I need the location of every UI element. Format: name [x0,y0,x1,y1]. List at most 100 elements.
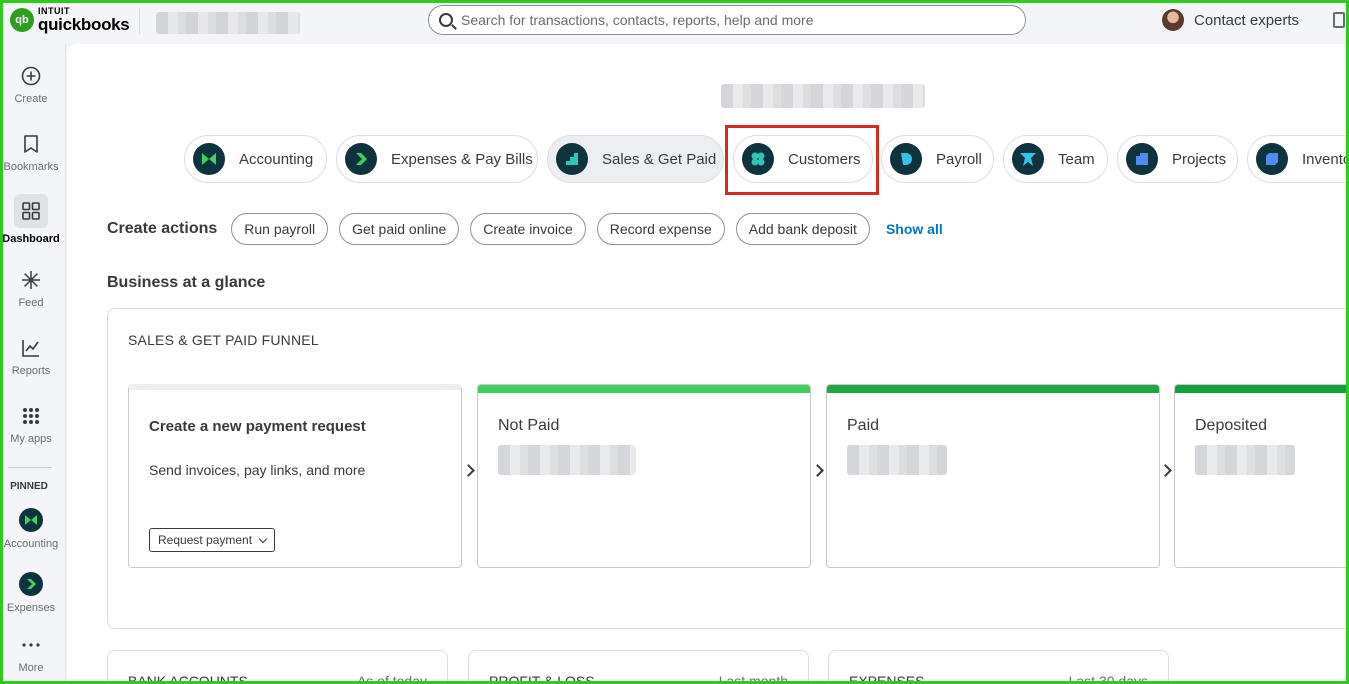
sidebar-item-label: Expenses [6,602,56,614]
chevron-right-icon [1159,464,1172,477]
paid-label: Paid [847,417,880,434]
sidebar-item-my-apps[interactable]: My apps [0,404,62,445]
chevron-right-icon [462,464,475,477]
chip-label: Payroll [936,150,982,168]
create-invoice-button[interactable]: Create invoice [470,213,586,245]
dashboard-grid-icon [14,194,48,228]
left-sidebar: Create Bookmarks Dashboard Feed Reports … [0,44,66,684]
chip-sales-get-paid[interactable]: Sales & Get Paid [547,135,724,183]
sales-icon [556,143,588,175]
sidebar-item-label: Reports [11,365,51,377]
search-icon [439,13,453,27]
sidebar-item-label: Feed [18,297,44,309]
inventory-icon [1256,143,1288,175]
sidebar-item-feed[interactable]: Feed [0,268,62,309]
company-title-redacted [721,84,925,108]
clipboard-icon[interactable] [1333,12,1345,28]
not-paid-amount-redacted [498,445,636,475]
chip-label: Invento [1302,150,1349,168]
chip-accounting[interactable]: Accounting [184,135,327,183]
show-all-link[interactable]: Show all [886,221,943,237]
customers-icon [742,143,774,175]
apps-grid-icon [19,404,43,428]
sidebar-pinned-expenses[interactable]: Expenses [0,572,62,614]
sidebar-item-label: Accounting [3,538,59,550]
sidebar-pinned-accounting[interactable]: Accounting [0,508,62,550]
profit-loss-title: PROFIT & LOSS [489,673,595,684]
line-chart-icon [19,336,43,360]
create-actions-row: Create actions Run payroll Get paid onli… [107,213,943,245]
more-dots-icon [19,638,43,652]
expert-avatar [1162,9,1184,31]
payment-request-title: Create a new payment request [149,418,366,435]
team-icon [1012,143,1044,175]
payment-request-subtitle: Send invoices, pay links, and more [149,462,366,478]
expenses-title: EXPENSES [849,673,925,684]
search-bar[interactable] [428,5,1026,35]
not-paid-bar [478,385,810,393]
chip-customers[interactable]: Customers [733,135,873,183]
profit-loss-period[interactable]: Last month [719,673,788,684]
sidebar-item-create[interactable]: Create [0,64,62,105]
chip-team[interactable]: Team [1003,135,1108,183]
quickbooks-logo[interactable]: qb INTUIT quickbooks [10,7,130,34]
chip-label: Projects [1172,150,1227,168]
contact-experts-button[interactable]: Contact experts [1162,9,1299,31]
sidebar-item-more[interactable]: More [0,638,62,674]
sidebar-item-label: More [18,662,44,674]
chip-label: Accounting [239,150,314,168]
sidebar-item-label: My apps [10,433,52,445]
company-name-redacted [156,12,300,34]
business-at-a-glance-title: Business at a glance [107,274,266,291]
chevron-right-icon [811,464,824,477]
bank-accounts-title: BANK ACCOUNTS [128,673,248,684]
deposited-card[interactable]: Deposited [1174,384,1349,568]
search-input[interactable] [461,12,1001,28]
pinned-divider [8,467,52,468]
sidebar-item-dashboard[interactable]: Dashboard [0,194,62,245]
chip-inventory[interactable]: Invento [1247,135,1349,183]
paid-amount-redacted [847,445,947,475]
accounting-icon [19,508,43,532]
chip-expenses-pay-bills[interactable]: Expenses & Pay Bills [336,135,538,183]
funnel-title: SALES & GET PAID FUNNEL [128,332,319,348]
main-content: Accounting Expenses & Pay Bills Sales & … [67,44,1349,684]
sidebar-item-reports[interactable]: Reports [0,336,62,377]
chevron-down-icon [258,534,268,543]
chip-payroll[interactable]: Payroll [881,135,994,183]
projects-icon [1126,143,1158,175]
expenses-period[interactable]: Last 30 days [1069,673,1148,684]
logo-quickbooks-text: quickbooks [38,15,130,34]
sidebar-item-label: Bookmarks [3,161,59,173]
deposited-amount-redacted [1195,445,1295,475]
run-payroll-button[interactable]: Run payroll [231,213,329,245]
not-paid-label: Not Paid [498,417,560,434]
sidebar-item-label: Dashboard [2,233,60,245]
record-expense-button[interactable]: Record expense [596,213,725,245]
profit-loss-widget: PROFIT & LOSS Last month [468,650,809,684]
expenses-widget: EXPENSES Last 30 days [828,650,1169,684]
paid-card[interactable]: Paid [826,384,1160,568]
expenses-icon [345,143,377,175]
plus-circle-icon [19,64,43,88]
bank-accounts-period[interactable]: As of today [357,673,427,684]
contact-experts-label: Contact experts [1194,11,1300,29]
deposited-label: Deposited [1195,417,1268,434]
get-paid-online-button[interactable]: Get paid online [339,213,460,245]
chip-label: Expenses & Pay Bills [391,150,533,168]
create-actions-title: Create actions [107,220,218,237]
chip-label: Customers [788,150,861,168]
accounting-icon [193,143,225,175]
add-bank-deposit-button[interactable]: Add bank deposit [735,213,870,245]
qb-logo-icon: qb [10,8,34,32]
bank-accounts-widget: BANK ACCOUNTS As of today [107,650,448,684]
chip-label: Sales & Get Paid [602,150,717,168]
chip-projects[interactable]: Projects [1117,135,1238,183]
request-payment-dropdown[interactable]: Request payment [149,528,276,552]
chip-label: Team [1058,150,1095,168]
request-payment-label: Request payment [158,533,253,547]
bookmark-icon [19,132,43,156]
not-paid-card[interactable]: Not Paid [477,384,811,568]
sidebar-item-bookmarks[interactable]: Bookmarks [0,132,62,173]
payment-request-card: Create a new payment request Send invoic… [128,384,462,568]
